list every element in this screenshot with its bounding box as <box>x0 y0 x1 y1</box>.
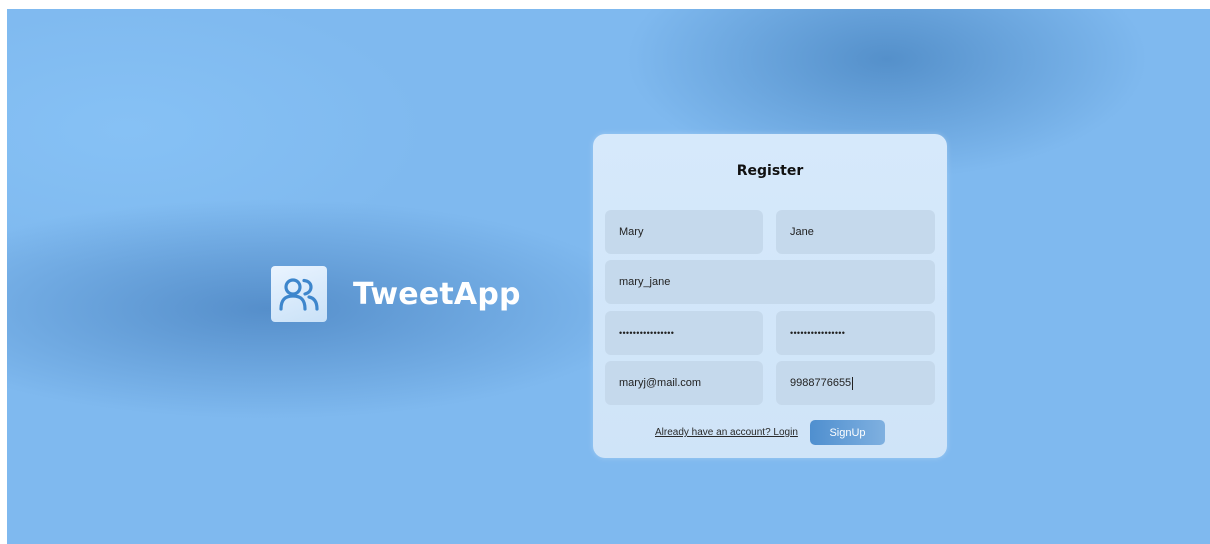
password-field[interactable]: •••••••••••••••• <box>605 311 763 355</box>
text-caret <box>852 376 854 390</box>
last-name-value: Jane <box>790 226 814 238</box>
register-card: Register Mary Jane mary_jane •••••••••••… <box>593 134 947 458</box>
login-link[interactable]: Already have an account? Login <box>655 427 798 438</box>
background: TweetApp Register Mary Jane mary_jane ••… <box>7 9 1210 544</box>
app-logo <box>271 266 327 322</box>
brand: TweetApp <box>271 266 521 322</box>
users-icon <box>279 278 319 311</box>
email-field[interactable]: maryj@mail.com <box>605 361 763 405</box>
username-value: mary_jane <box>619 276 671 288</box>
username-field[interactable]: mary_jane <box>605 260 935 304</box>
phone-value: 9988776655 <box>790 377 852 389</box>
register-title: Register <box>736 163 804 179</box>
email-value: maryj@mail.com <box>619 377 702 389</box>
app-name: TweetApp <box>353 276 521 312</box>
last-name-field[interactable]: Jane <box>776 210 935 254</box>
confirm-password-field[interactable]: •••••••••••••••• <box>776 311 935 355</box>
signup-button[interactable]: SignUp <box>810 420 885 445</box>
first-name-field[interactable]: Mary <box>605 210 763 254</box>
phone-field[interactable]: 9988776655 <box>776 361 935 405</box>
first-name-value: Mary <box>619 226 644 238</box>
confirm-password-value: •••••••••••••••• <box>790 328 846 338</box>
password-value: •••••••••••••••• <box>619 328 675 338</box>
